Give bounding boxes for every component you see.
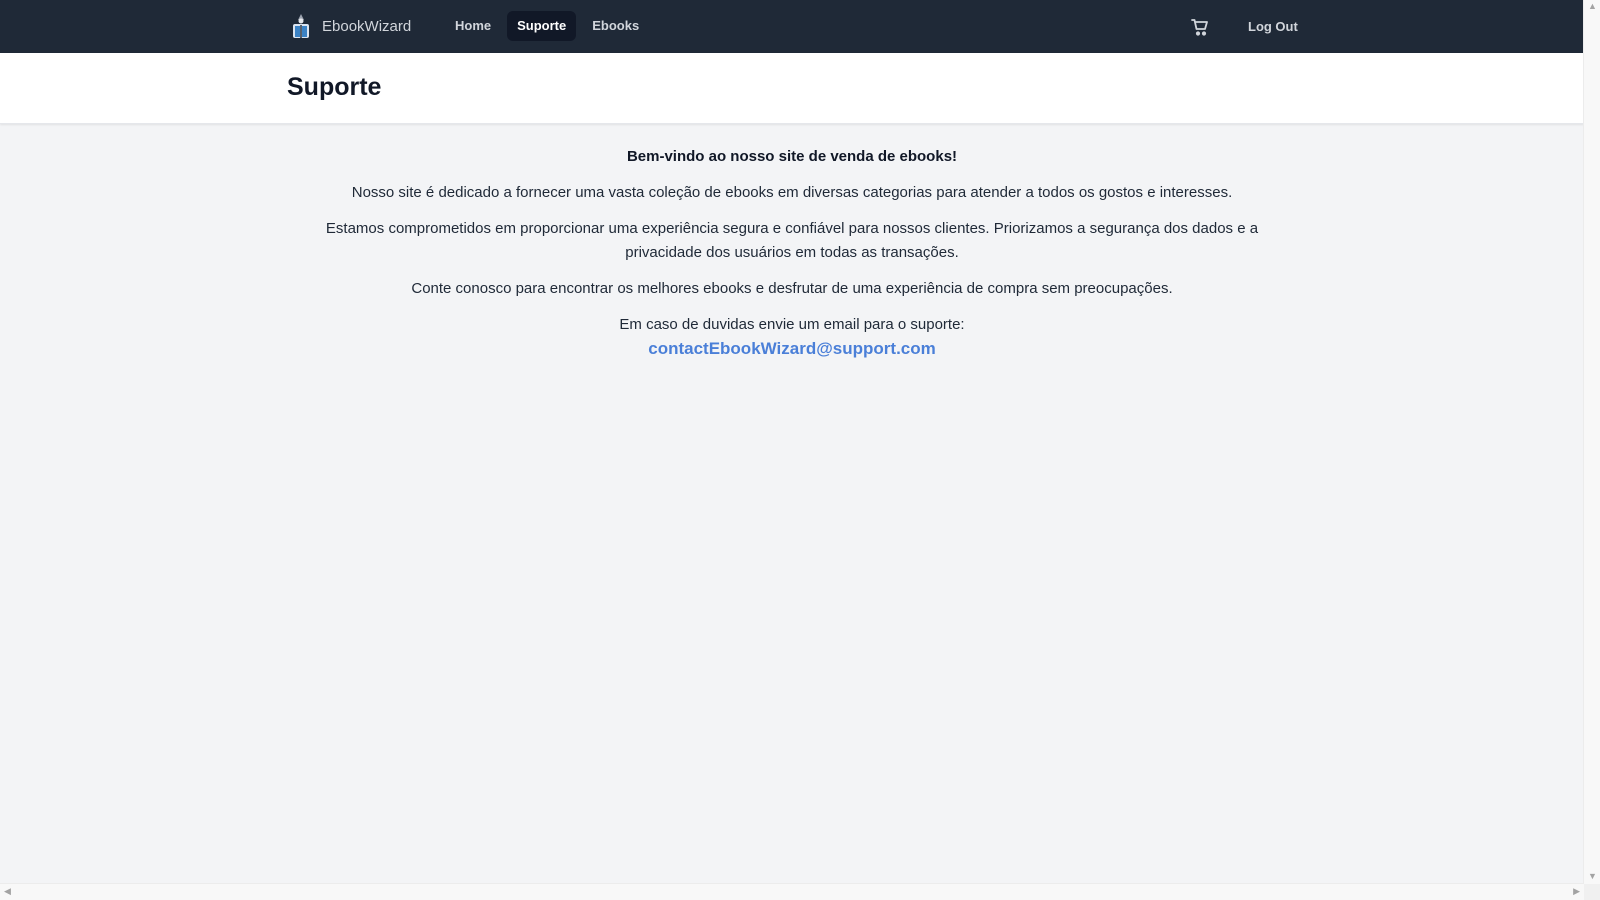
security-paragraph: Estamos comprometidos em proporcionar um… <box>325 220 1259 261</box>
closing-paragraph: Conte conosco para encontrar os melhores… <box>411 280 1173 297</box>
horizontal-scrollbar[interactable]: ◀ ▶ <box>0 883 1584 900</box>
contact-text: Em caso de duvidas envie um email para o… <box>619 316 965 333</box>
page-header: Suporte <box>0 53 1584 124</box>
nav-link-suporte[interactable]: Suporte <box>507 11 577 41</box>
page: EbookWizard Home Suporte Ebooks Log Out … <box>0 0 1584 884</box>
nav-links: Home Suporte Ebooks <box>445 11 649 41</box>
scroll-right-icon[interactable]: ▶ <box>1573 887 1580 896</box>
cart-icon[interactable] <box>1190 17 1210 37</box>
page-title: Suporte <box>287 73 382 101</box>
contact-block: Em caso de duvidas envie um email para o… <box>287 313 1297 362</box>
vertical-scrollbar[interactable]: ▲ ▼ <box>1583 0 1600 884</box>
brand-link[interactable]: EbookWizard <box>290 13 411 39</box>
scroll-up-icon[interactable]: ▲ <box>1588 2 1597 11</box>
support-content: Bem-vindo ao nosso site de venda de eboo… <box>287 124 1297 362</box>
brand-name: EbookWizard <box>322 17 412 35</box>
wizard-logo-icon <box>290 13 312 39</box>
nav-link-ebooks[interactable]: Ebooks <box>582 11 649 41</box>
scroll-left-icon[interactable]: ◀ <box>4 887 11 896</box>
browser-viewport: EbookWizard Home Suporte Ebooks Log Out … <box>0 0 1600 900</box>
scroll-down-icon[interactable]: ▼ <box>1588 872 1597 881</box>
support-email-link[interactable]: contactEbookWizard@support.com <box>648 339 936 358</box>
nav-link-home[interactable]: Home <box>445 11 501 41</box>
top-navbar: EbookWizard Home Suporte Ebooks Log Out <box>0 0 1584 53</box>
logout-button[interactable]: Log Out <box>1248 19 1298 34</box>
intro-paragraph: Nosso site é dedicado a fornecer uma vas… <box>351 184 1233 201</box>
welcome-heading: Bem-vindo ao nosso site de venda de eboo… <box>626 148 958 165</box>
scrollbar-corner <box>1584 884 1600 900</box>
